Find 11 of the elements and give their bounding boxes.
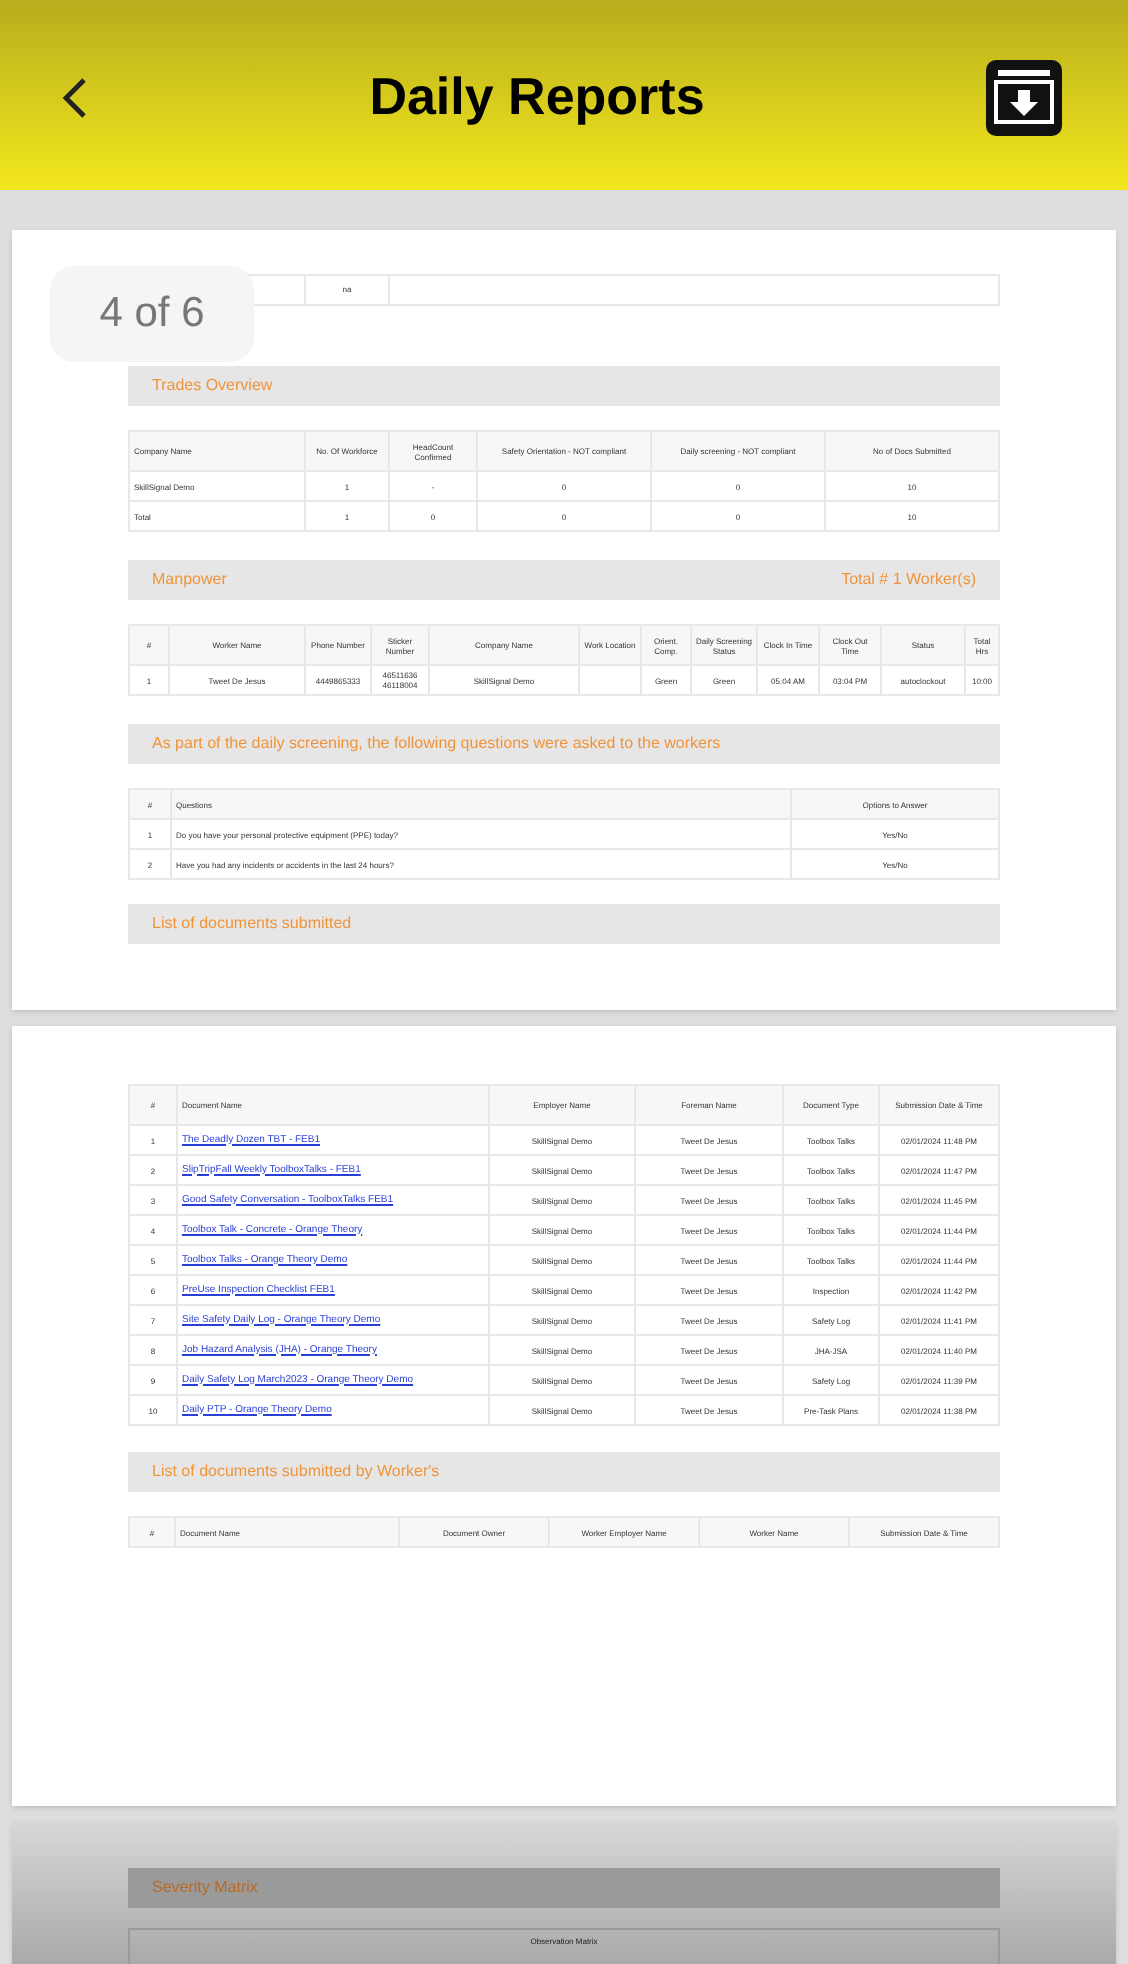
page-indicator: 4 of 6: [50, 266, 254, 362]
page-title: Daily Reports: [369, 64, 705, 130]
section-title: Manpower: [152, 568, 227, 592]
section-title: List of documents submitted by Worker's: [152, 1460, 440, 1484]
section-title: As part of the daily screening, the following questions were asked to the workers: [152, 732, 721, 756]
section-title: List of documents submitted: [152, 912, 352, 936]
section-title: Trades Overview: [152, 374, 273, 398]
section-title: Severity Matrix: [152, 1876, 258, 1900]
back-chevron-icon[interactable]: [60, 75, 88, 119]
section-total: Total # 1 Worker(s): [841, 568, 976, 592]
download-tray-icon[interactable]: [985, 59, 1062, 135]
